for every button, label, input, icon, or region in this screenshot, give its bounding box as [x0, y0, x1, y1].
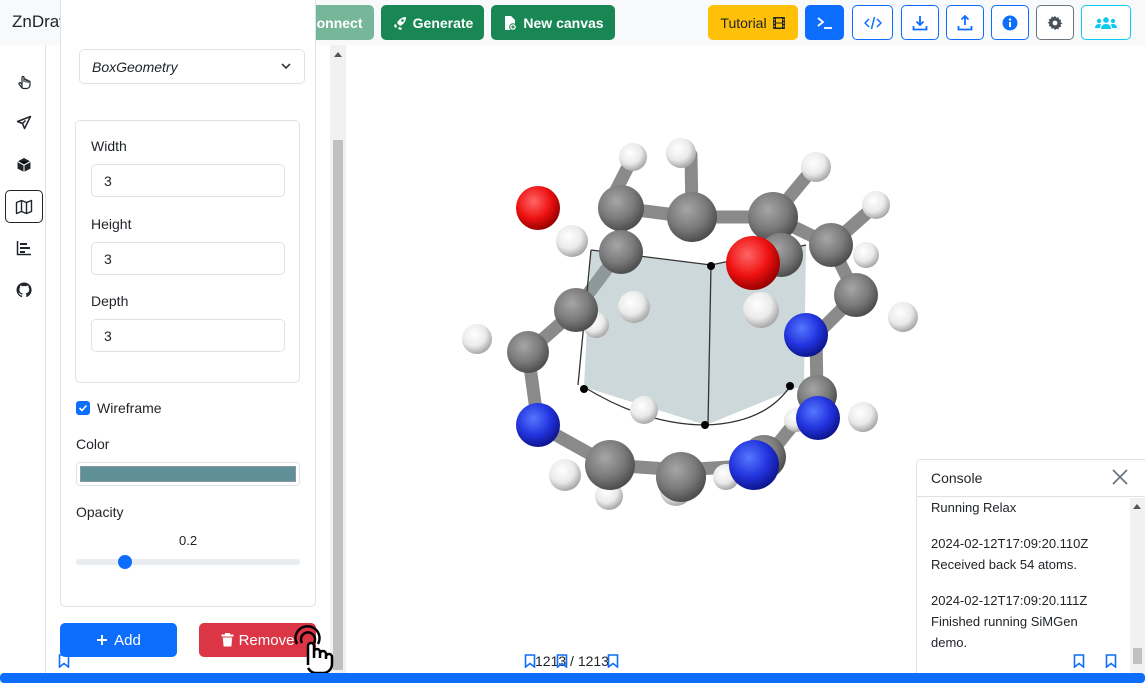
- tutorial-button[interactable]: Tutorial: [708, 5, 798, 40]
- hand-cursor-icon: [294, 624, 334, 674]
- chevron-down-icon: [281, 63, 291, 70]
- pointer-icon: [18, 75, 31, 89]
- height-label: Height: [91, 216, 132, 232]
- console-line: demo.: [931, 635, 968, 650]
- download-icon: [912, 15, 928, 30]
- code-button[interactable]: [852, 5, 893, 40]
- console-scroll-thumb[interactable]: [1133, 648, 1142, 664]
- height-input[interactable]: 3: [91, 242, 285, 275]
- console-header: Console: [917, 460, 1145, 497]
- bookmark-icon[interactable]: [1105, 654, 1117, 668]
- left-icon-bar: [0, 45, 46, 683]
- new-canvas-button[interactable]: New canvas: [491, 5, 615, 40]
- console-line: 2024-02-12T17:09:20.111Z: [931, 593, 1088, 608]
- info-icon: [1002, 15, 1018, 30]
- terminal-icon: [816, 16, 832, 29]
- console-line: Received back 54 atoms.: [931, 557, 1077, 572]
- tutorial-label: Tutorial: [720, 14, 767, 31]
- add-geometry-button[interactable]: Add: [60, 623, 177, 657]
- info-button[interactable]: [991, 5, 1029, 40]
- opacity-slider-track[interactable]: [76, 559, 300, 565]
- terminal-button[interactable]: [805, 5, 844, 40]
- code-icon: [863, 16, 882, 29]
- console-line: Finished running SiMGen: [931, 614, 1078, 629]
- send-tool-button[interactable]: [5, 106, 43, 139]
- geometry-type-value: BoxGeometry: [92, 59, 178, 75]
- map-icon: [15, 199, 33, 214]
- wireframe-label: Wireframe: [97, 400, 162, 416]
- panel-scroll-thumb[interactable]: [333, 140, 343, 670]
- box-icon: [17, 157, 31, 172]
- color-swatch: [80, 466, 296, 482]
- bookmark-icon[interactable]: [524, 654, 536, 668]
- panel-scrollbar[interactable]: [330, 45, 346, 675]
- film-icon: [772, 16, 785, 29]
- console-panel: Console Running Relax 2024-02-12T17:09:2…: [916, 459, 1145, 676]
- chart-icon: [16, 240, 31, 255]
- remove-label: Remove: [238, 631, 295, 649]
- add-label: Add: [114, 631, 141, 649]
- generate-label: Generate: [412, 14, 474, 31]
- users-button[interactable]: [1081, 5, 1131, 40]
- depth-input[interactable]: 3: [91, 319, 285, 352]
- checkmark-icon: [78, 404, 88, 412]
- width-label: Width: [91, 138, 127, 154]
- bookmark-icon[interactable]: [556, 654, 568, 668]
- wireframe-checkbox[interactable]: [76, 401, 90, 415]
- github-icon: [16, 281, 32, 297]
- box-tool-button[interactable]: [5, 148, 43, 181]
- console-line: Running Relax: [931, 500, 1017, 515]
- bookmark-icon[interactable]: [58, 654, 70, 668]
- width-input[interactable]: 3: [91, 164, 285, 197]
- scroll-up-arrow[interactable]: [1133, 504, 1141, 509]
- bookmark-icon[interactable]: [1073, 654, 1085, 668]
- geometry-type-select[interactable]: BoxGeometry: [79, 49, 305, 84]
- gear-icon: [1047, 15, 1063, 30]
- trash-icon: [221, 633, 234, 647]
- console-title: Console: [931, 470, 983, 486]
- upload-icon: [957, 14, 973, 30]
- opacity-label: Opacity: [76, 504, 124, 520]
- plus-icon: [97, 635, 108, 645]
- analysis-tool-button[interactable]: [5, 231, 43, 264]
- users-icon: [1095, 16, 1117, 29]
- rocket-icon: [393, 16, 406, 30]
- upload-button[interactable]: [946, 5, 984, 40]
- app-root: ZnDraw + SiMGen Connect Generate New can…: [0, 0, 1145, 683]
- selection-tool-button[interactable]: [5, 65, 43, 98]
- console-scrollbar[interactable]: [1130, 498, 1145, 676]
- frame-progress-bar[interactable]: [0, 673, 1145, 683]
- send-icon: [16, 115, 32, 129]
- color-label: Color: [76, 436, 110, 452]
- github-button[interactable]: [5, 273, 43, 306]
- frame-counter: 1213 / 1213: [535, 653, 609, 669]
- opacity-slider-thumb[interactable]: [118, 555, 132, 569]
- close-icon[interactable]: [1111, 468, 1129, 486]
- settings-button[interactable]: [1036, 5, 1074, 40]
- bookmark-icon[interactable]: [607, 654, 619, 668]
- generate-button[interactable]: Generate: [381, 5, 484, 40]
- new-file-icon: [505, 15, 518, 31]
- color-picker[interactable]: [76, 462, 300, 486]
- console-line: 2024-02-12T17:09:20.110Z: [931, 536, 1089, 551]
- geometry-tool-button[interactable]: [5, 190, 43, 223]
- depth-label: Depth: [91, 293, 129, 309]
- download-button[interactable]: [901, 5, 939, 40]
- scroll-up-arrow[interactable]: [334, 52, 342, 57]
- new-canvas-label: New canvas: [523, 14, 604, 31]
- opacity-value: 0.2: [179, 533, 198, 548]
